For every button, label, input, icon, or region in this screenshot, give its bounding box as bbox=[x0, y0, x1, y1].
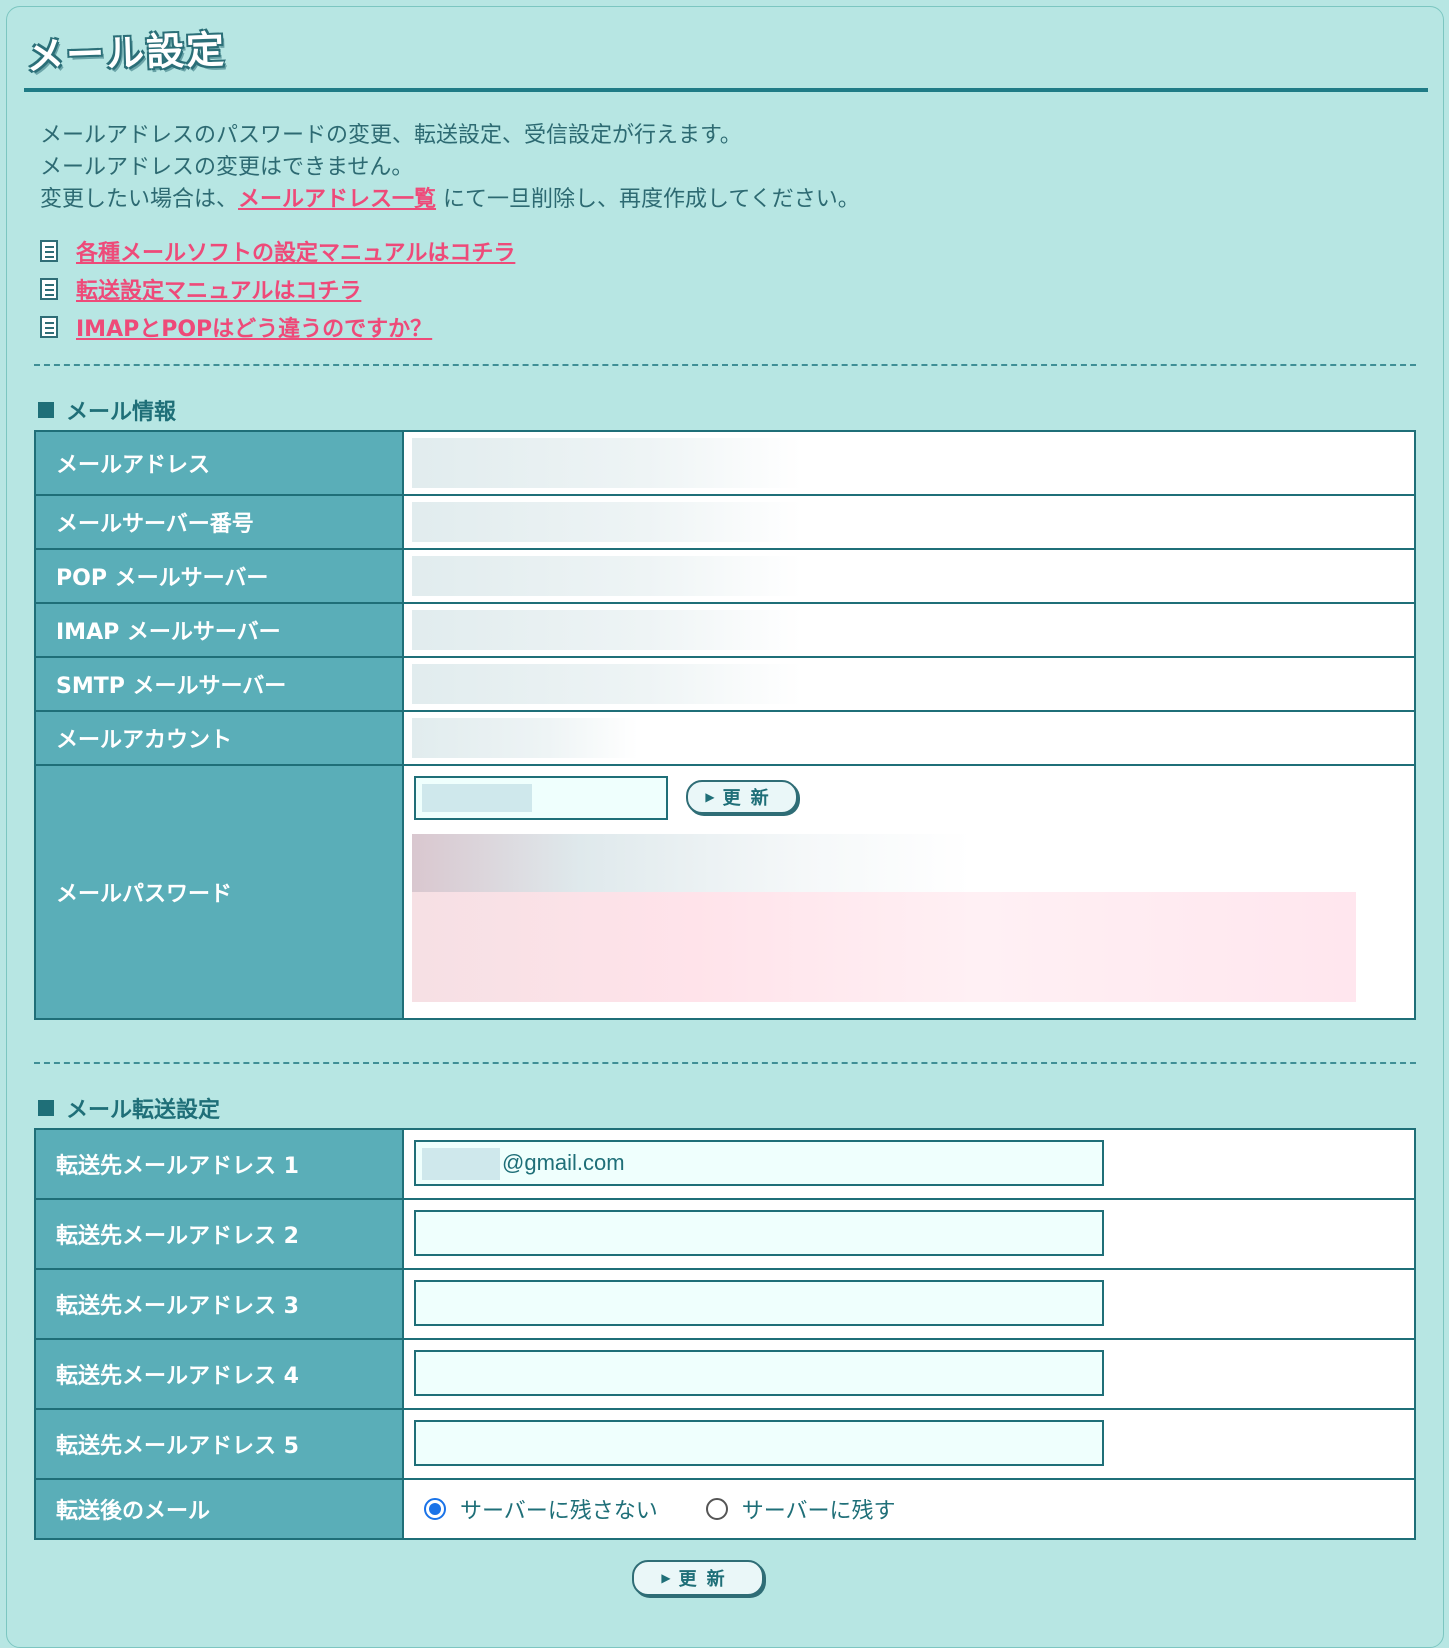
square-bullet-icon bbox=[38, 402, 54, 418]
table-row: SMTP メールサーバー bbox=[34, 656, 1416, 712]
password-update-button[interactable]: ▶ 更新 bbox=[686, 780, 798, 814]
table-row: 転送先メールアドレス 5 bbox=[34, 1408, 1416, 1480]
section-divider bbox=[34, 364, 1416, 366]
forward-heading-text: メール転送設定 bbox=[66, 1098, 221, 1123]
table-row: メールアカウント bbox=[34, 710, 1416, 766]
manual-link-row: IMAPとPOPはどう違うのですか？ bbox=[40, 308, 515, 346]
row-label: メールアカウント bbox=[34, 710, 404, 766]
forward-address-3-input[interactable] bbox=[414, 1280, 1104, 1326]
redacted-value bbox=[412, 502, 802, 542]
manual-link-row: 転送設定マニュアルはコチラ bbox=[40, 270, 515, 308]
forward-manual-link[interactable]: 転送設定マニュアルはコチラ bbox=[76, 273, 361, 305]
table-row: IMAP メールサーバー bbox=[34, 602, 1416, 658]
row-label: 転送後のメール bbox=[34, 1478, 404, 1540]
intro-line-2: メールアドレスの変更はできません。 bbox=[40, 155, 414, 180]
radio-keep[interactable] bbox=[705, 1498, 728, 1520]
redacted-warning bbox=[412, 892, 1356, 1002]
forward-address-3-cell bbox=[402, 1268, 1416, 1340]
table-row: 転送後のメール サーバーに残さない サーバーに残す bbox=[34, 1478, 1416, 1540]
redacted-value bbox=[412, 718, 638, 758]
forward-address-4-input[interactable] bbox=[414, 1350, 1104, 1396]
document-icon bbox=[40, 278, 58, 300]
manual-links: 各種メールソフトの設定マニュアルはコチラ 転送設定マニュアルはコチラ IMAPと… bbox=[40, 232, 515, 346]
document-icon bbox=[40, 316, 58, 338]
row-label: SMTP メールサーバー bbox=[34, 656, 404, 712]
document-icon bbox=[40, 240, 58, 262]
forward-address-5-cell bbox=[402, 1408, 1416, 1480]
intro-line-3: 変更したい場合は、メールアドレス一覧 にて一旦削除し、再度作成してください。 bbox=[40, 184, 1420, 216]
mail-address-list-link[interactable]: メールアドレス一覧 bbox=[238, 187, 436, 212]
table-row: 転送先メールアドレス 3 bbox=[34, 1268, 1416, 1340]
pop-server-value bbox=[402, 548, 1416, 604]
redacted-value bbox=[412, 664, 802, 704]
table-row: メールパスワード ▶ 更新 bbox=[34, 764, 1416, 1020]
mail-software-manual-link[interactable]: 各種メールソフトの設定マニュアルはコチラ bbox=[76, 235, 515, 267]
mail-password-cell: ▶ 更新 bbox=[402, 764, 1416, 1020]
mail-address-value bbox=[402, 430, 1416, 496]
smtp-server-value bbox=[402, 656, 1416, 712]
imap-server-value bbox=[402, 602, 1416, 658]
table-row: メールアドレス bbox=[34, 430, 1416, 496]
forward-address-2-cell bbox=[402, 1198, 1416, 1270]
forward-address-1-cell: @gmail.com bbox=[402, 1128, 1416, 1200]
forward-address-1-value: @gmail.com bbox=[502, 1150, 625, 1175]
mail-account-value bbox=[402, 710, 1416, 766]
redacted-note bbox=[412, 834, 972, 892]
table-row: メールサーバー番号 bbox=[34, 494, 1416, 550]
row-label: 転送先メールアドレス 1 bbox=[34, 1128, 404, 1200]
forward-address-2-input[interactable] bbox=[414, 1210, 1104, 1256]
table-row: 転送先メールアドレス 4 bbox=[34, 1338, 1416, 1410]
row-label: 転送先メールアドレス 4 bbox=[34, 1338, 404, 1410]
square-bullet-icon bbox=[38, 1100, 54, 1116]
table-row: 転送先メールアドレス 2 bbox=[34, 1198, 1416, 1270]
intro-line-1: メールアドレスのパスワードの変更、転送設定、受信設定が行えます。 bbox=[40, 123, 742, 148]
redacted-value bbox=[422, 1148, 500, 1180]
forward-heading: メール転送設定 bbox=[38, 1092, 220, 1124]
redacted-value bbox=[422, 784, 532, 812]
mail-info-table: メールアドレス メールサーバー番号 POP メールサーバー IMAP メールサー… bbox=[34, 430, 1416, 1020]
radio-no-keep-label[interactable]: サーバーに残さない bbox=[460, 1493, 658, 1525]
imap-pop-faq-link[interactable]: IMAPとPOPはどう違うのですか？ bbox=[76, 311, 432, 343]
forward-table: 転送先メールアドレス 1 @gmail.com 転送先メールアドレス 2 転送先… bbox=[34, 1128, 1416, 1540]
intro-line-3-prefix: 変更したい場合は、 bbox=[40, 187, 239, 212]
mail-info-heading: メール情報 bbox=[38, 394, 176, 426]
row-label: IMAP メールサーバー bbox=[34, 602, 404, 658]
submit-update-button[interactable]: ▶ 更新 bbox=[632, 1560, 764, 1596]
title-divider bbox=[24, 88, 1428, 92]
radio-no-keep[interactable] bbox=[424, 1498, 446, 1520]
section-divider bbox=[34, 1062, 1416, 1064]
redacted-value bbox=[412, 438, 802, 488]
password-input[interactable] bbox=[414, 776, 668, 820]
mail-server-number-value bbox=[402, 494, 1416, 550]
intro-text: メールアドレスのパスワードの変更、転送設定、受信設定が行えます。 メールアドレス… bbox=[40, 120, 1420, 216]
row-label: 転送先メールアドレス 2 bbox=[34, 1198, 404, 1270]
row-label: 転送先メールアドレス 5 bbox=[34, 1408, 404, 1480]
page-title: メール設定 bbox=[25, 27, 227, 79]
row-label: メールアドレス bbox=[34, 430, 404, 496]
row-label: メールパスワード bbox=[34, 764, 404, 1020]
manual-link-row: 各種メールソフトの設定マニュアルはコチラ bbox=[40, 232, 515, 270]
redacted-value bbox=[412, 556, 802, 596]
table-row: 転送先メールアドレス 1 @gmail.com bbox=[34, 1128, 1416, 1200]
play-arrow-icon: ▶ bbox=[661, 1571, 671, 1585]
redacted-value bbox=[412, 610, 802, 650]
play-arrow-icon: ▶ bbox=[705, 790, 715, 804]
row-label: メールサーバー番号 bbox=[34, 494, 404, 550]
button-label: 更新 bbox=[678, 1569, 735, 1590]
after-forward-cell: サーバーに残さない サーバーに残す bbox=[402, 1478, 1416, 1540]
button-label: 更新 bbox=[722, 788, 779, 809]
forward-address-4-cell bbox=[402, 1338, 1416, 1410]
intro-line-3-suffix: にて一旦削除し、再度作成してください。 bbox=[436, 187, 860, 212]
forward-address-5-input[interactable] bbox=[414, 1420, 1104, 1466]
forward-address-1-input[interactable]: @gmail.com bbox=[414, 1140, 1104, 1186]
radio-keep-label[interactable]: サーバーに残す bbox=[742, 1493, 896, 1525]
row-label: POP メールサーバー bbox=[34, 548, 404, 604]
row-label: 転送先メールアドレス 3 bbox=[34, 1268, 404, 1340]
after-forward-options: サーバーに残さない サーバーに残す bbox=[424, 1480, 896, 1538]
mail-info-heading-text: メール情報 bbox=[66, 400, 177, 425]
table-row: POP メールサーバー bbox=[34, 548, 1416, 604]
